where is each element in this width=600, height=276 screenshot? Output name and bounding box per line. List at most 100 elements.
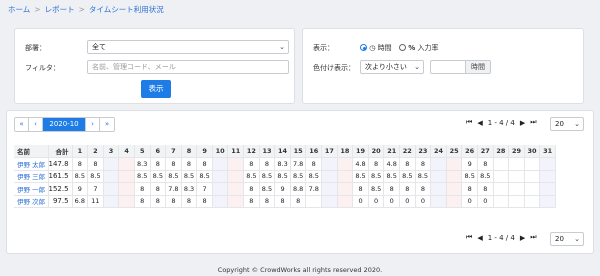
breadcrumb-home-link[interactable]: ホーム [8, 4, 30, 15]
col-header-day: 3 [103, 145, 120, 158]
day-cell: 8 [383, 182, 401, 196]
day-cell [508, 182, 525, 196]
employee-name-link[interactable]: 伊野 次郎 [14, 195, 49, 208]
day-cell [337, 195, 354, 208]
col-header-day: 31 [539, 145, 556, 158]
col-header-day: 16 [305, 145, 323, 158]
color-select[interactable]: 次より小さい ⌄ [360, 60, 424, 74]
day-cell: 8.5 [259, 182, 276, 196]
col-header-day: 27 [477, 145, 494, 158]
day-cell: 8 [150, 182, 167, 196]
day-cell: 9 [274, 182, 291, 196]
day-cell [321, 170, 338, 183]
day-cell: 8.5 [383, 170, 401, 183]
filter-panel: 部署： 全て ⌄ フィルタ： 名前、管理コード、メール 表示 [14, 28, 295, 104]
day-cell: 7 [87, 182, 104, 196]
col-header-day: 17 [321, 145, 338, 158]
day-cell: 8 [165, 157, 182, 171]
day-cell: 8 [461, 182, 478, 196]
day-cell [103, 182, 120, 196]
total-hours: 152.5 [48, 182, 73, 196]
day-cell: 8 [196, 157, 213, 171]
table-row: 伊野 一郎 152.5 9 7 8 8 7.8 8.3 7 8 8.5 9 8.8 7.8 8 8.5 8 8 8 8… [14, 182, 556, 196]
col-header-day: 1 [72, 145, 89, 158]
breadcrumb-separator: > [34, 5, 41, 14]
day-cell [118, 182, 135, 196]
last-page-button[interactable]: » [100, 118, 114, 131]
day-cell [118, 157, 135, 171]
day-cell [337, 182, 354, 196]
display-option-time[interactable]: ◷ 時間 [360, 43, 392, 53]
col-header-day: 25 [446, 145, 463, 158]
day-cell [212, 182, 229, 196]
day-cell [430, 170, 447, 183]
day-cell [305, 195, 323, 208]
day-cell: 8.5 [243, 170, 260, 183]
page-size-select-bottom[interactable]: 20 ⌄ [550, 232, 584, 246]
col-header-day: 21 [383, 145, 401, 158]
chevron-down-icon: ⌄ [414, 63, 420, 71]
top-right-pager: ⏮ ◀ 1 - 4 / 4 ▶ ⏭ [466, 118, 537, 127]
day-cell: 8 [72, 157, 89, 171]
breadcrumb-report-link[interactable]: レポート [45, 4, 75, 15]
page-range: 1 - 4 / 4 [487, 118, 515, 127]
day-cell: 8 [181, 195, 198, 208]
prev-month-button[interactable]: ‹ [29, 118, 43, 131]
next-page-icon[interactable]: ▶ [520, 234, 525, 242]
next-page-icon[interactable]: ▶ [520, 119, 525, 127]
day-cell: 8 [243, 195, 260, 208]
col-header-day: 20 [368, 145, 385, 158]
day-cell [337, 170, 354, 183]
month-pager: « ‹ 2020-10 › » [14, 117, 115, 132]
radio-time-label: 時間 [377, 44, 392, 52]
filter-input[interactable]: 名前、管理コード、メール [87, 60, 289, 74]
page-size-select[interactable]: 20 ⌄ [550, 117, 584, 131]
prev-page-icon[interactable]: ◀ [477, 119, 482, 127]
day-cell: 7.8 [165, 182, 182, 196]
breadcrumb-current: タイムシート利用状況 [88, 5, 164, 14]
day-cell: 0 [415, 195, 432, 208]
total-hours: 161.5 [48, 170, 73, 183]
submit-button[interactable]: 表示 [141, 80, 171, 98]
day-cell: 7.8 [290, 157, 307, 171]
day-cell: 8 [134, 182, 151, 196]
radio-rate[interactable] [399, 44, 406, 51]
radio-time[interactable] [360, 44, 367, 51]
dept-select[interactable]: 全て ⌄ [87, 40, 289, 54]
day-cell: 6.8 [72, 195, 89, 208]
day-cell [493, 182, 510, 196]
col-header-day: 2 [87, 145, 104, 158]
col-header-day: 18 [337, 145, 354, 158]
employee-name-link[interactable]: 伊野 三郎 [14, 170, 49, 183]
display-label: 表示： [313, 44, 334, 52]
day-cell: 0 [461, 195, 478, 208]
filter-label: フィルタ： [25, 64, 60, 72]
day-cell: 9 [72, 182, 89, 196]
day-cell [430, 195, 447, 208]
table-row: 伊野 太郎 147.8 8 8 8.3 8 8 8 8 8 8 8.3 7.8 8 4.8 8 4.8 8 8 9 8 [14, 157, 556, 171]
first-page-button[interactable]: « [15, 118, 29, 131]
day-cell: 8 [352, 182, 369, 196]
day-cell: 8 [87, 157, 104, 171]
first-page-icon[interactable]: ⏮ [466, 233, 472, 242]
day-cell: 8 [259, 157, 276, 171]
day-cell: 8 [477, 157, 494, 171]
threshold-unit: 時間 [465, 60, 491, 74]
day-cell: 4.8 [383, 157, 401, 171]
day-cell: 8.5 [196, 170, 213, 183]
employee-name-link[interactable]: 伊野 一郎 [14, 182, 49, 196]
threshold-input[interactable] [430, 60, 466, 74]
day-cell [103, 195, 120, 208]
day-cell [430, 182, 447, 196]
day-cell: 8.5 [477, 170, 494, 183]
first-page-icon[interactable]: ⏮ [466, 118, 472, 127]
last-page-icon[interactable]: ⏭ [530, 233, 536, 242]
col-header-total: 合計 [48, 145, 73, 158]
prev-page-icon[interactable]: ◀ [477, 234, 482, 242]
next-month-button[interactable]: › [86, 118, 100, 131]
day-cell: 8.8 [290, 182, 307, 196]
day-cell: 8.3 [181, 182, 198, 196]
employee-name-link[interactable]: 伊野 太郎 [14, 157, 49, 171]
display-option-rate[interactable]: % 入力率 [399, 43, 438, 53]
last-page-icon[interactable]: ⏭ [530, 118, 536, 127]
